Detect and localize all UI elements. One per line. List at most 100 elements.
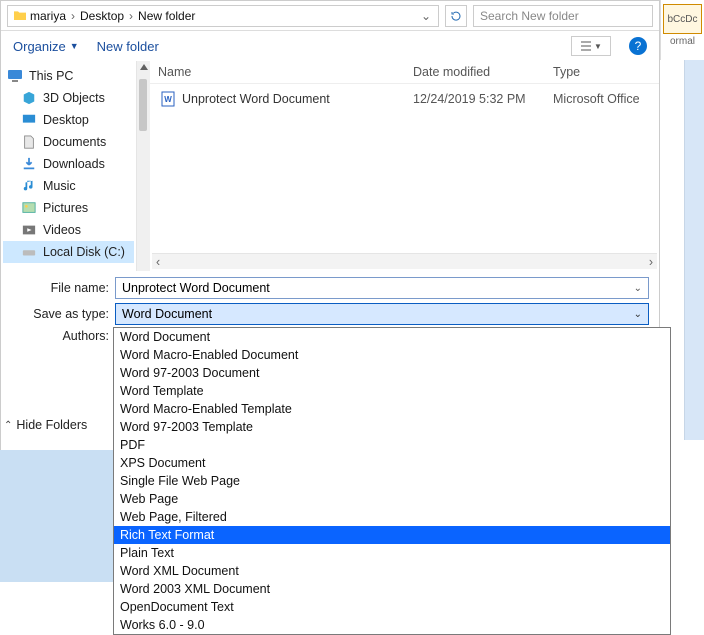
dropdown-option[interactable]: Single File Web Page: [114, 472, 670, 490]
scroll-left-icon[interactable]: ‹: [156, 255, 160, 269]
chevron-down-icon: ⌄: [634, 309, 642, 320]
sidebar-item-local-disk[interactable]: Local Disk (C:): [3, 241, 134, 263]
dropdown-option[interactable]: Word 97-2003 Document: [114, 364, 670, 382]
picture-icon: [21, 200, 37, 216]
dropdown-option[interactable]: Word 97-2003 Template: [114, 418, 670, 436]
hide-folders-button[interactable]: ⌃ Hide Folders: [4, 418, 87, 432]
column-date[interactable]: Date modified: [413, 65, 553, 79]
organize-label: Organize: [13, 39, 66, 54]
dropdown-option[interactable]: PDF: [114, 436, 670, 454]
breadcrumb-loc1: Desktop: [80, 9, 124, 23]
sidebar-item-label: Videos: [43, 223, 81, 237]
desktop-icon: [21, 112, 37, 128]
chevron-up-icon: ⌃: [4, 420, 12, 431]
sidebar-item-pictures[interactable]: Pictures: [3, 197, 134, 219]
cube-icon: [21, 90, 37, 106]
dropdown-option[interactable]: Rich Text Format: [114, 526, 670, 544]
sidebar-item-label: Local Disk (C:): [43, 245, 125, 259]
authors-label: Authors:: [11, 329, 115, 343]
saveas-type-dropdown[interactable]: Word DocumentWord Macro-Enabled Document…: [113, 327, 671, 635]
column-type[interactable]: Type: [553, 65, 651, 79]
help-button[interactable]: ?: [629, 37, 647, 55]
chevron-down-icon[interactable]: ⌄: [634, 283, 642, 294]
pc-icon: [7, 68, 23, 84]
background-panel: [0, 450, 114, 582]
sidebar-item-music[interactable]: Music: [3, 175, 134, 197]
drive-icon: [21, 244, 37, 260]
music-icon: [21, 178, 37, 194]
file-date: 12/24/2019 5:32 PM: [413, 92, 553, 106]
sidebar-scrollbar[interactable]: [136, 61, 150, 271]
sidebar-item-label: Pictures: [43, 201, 88, 215]
address-bar: mariya › Desktop › New folder ⌄ Search N…: [1, 1, 659, 31]
nav-sidebar: This PC 3D Objects Desktop Documents Dow…: [1, 61, 136, 271]
sidebar-item-label: 3D Objects: [43, 91, 105, 105]
saveas-value: Word Document: [122, 307, 212, 321]
sidebar-item-label: This PC: [29, 69, 73, 83]
dropdown-option[interactable]: XPS Document: [114, 454, 670, 472]
breadcrumb-loc2: New folder: [138, 9, 195, 23]
saveas-type-combo[interactable]: Word Document ⌄: [115, 303, 649, 325]
word-doc-icon: W: [158, 90, 178, 108]
dropdown-option[interactable]: Web Page: [114, 490, 670, 508]
sidebar-item-desktop[interactable]: Desktop: [3, 109, 134, 131]
sidebar-item-label: Downloads: [43, 157, 105, 171]
search-placeholder: Search New folder: [480, 9, 579, 23]
dropdown-option[interactable]: Works 6.0 - 9.0: [114, 616, 670, 634]
view-options-button[interactable]: ▼: [571, 36, 611, 56]
style-label: ormal: [661, 36, 704, 47]
download-icon: [21, 156, 37, 172]
sidebar-item-documents[interactable]: Documents: [3, 131, 134, 153]
style-preview-text: bCcDc: [667, 14, 697, 25]
hide-folders-label: Hide Folders: [16, 418, 87, 432]
sidebar-item-label: Music: [43, 179, 76, 193]
dropdown-option[interactable]: Web Page, Filtered: [114, 508, 670, 526]
column-name[interactable]: Name: [158, 65, 413, 79]
toolbar: Organize ▼ New folder ▼ ?: [1, 31, 659, 61]
filename-label: File name:: [11, 281, 115, 295]
dropdown-option[interactable]: Word Macro-Enabled Document: [114, 346, 670, 364]
dropdown-option[interactable]: OpenDocument Text: [114, 598, 670, 616]
dropdown-option[interactable]: Word Document: [114, 328, 670, 346]
horizontal-scrollbar[interactable]: ‹ ›: [152, 253, 657, 269]
chevron-right-icon: ›: [126, 9, 136, 23]
help-icon: ?: [635, 39, 642, 53]
breadcrumb-user: mariya: [30, 9, 66, 23]
sidebar-item-videos[interactable]: Videos: [3, 219, 134, 241]
chevron-right-icon: ›: [68, 9, 78, 23]
file-name: Unprotect Word Document: [182, 92, 413, 106]
column-headers: Name Date modified Type: [150, 61, 659, 84]
chevron-down-icon: ▼: [70, 41, 79, 51]
chevron-down-icon[interactable]: ⌄: [418, 9, 434, 23]
dropdown-option[interactable]: Word XML Document: [114, 562, 670, 580]
filename-input[interactable]: Unprotect Word Document ⌄: [115, 277, 649, 299]
sidebar-item-label: Documents: [43, 135, 106, 149]
refresh-icon: [450, 10, 462, 22]
document-icon: [21, 134, 37, 150]
dropdown-option[interactable]: Word 2003 XML Document: [114, 580, 670, 598]
search-input[interactable]: Search New folder: [473, 5, 653, 27]
svg-text:W: W: [164, 95, 172, 104]
sidebar-item-3d-objects[interactable]: 3D Objects: [3, 87, 134, 109]
style-gallery-item[interactable]: bCcDc: [663, 4, 702, 34]
organize-button[interactable]: Organize ▼: [13, 39, 79, 54]
breadcrumb[interactable]: mariya › Desktop › New folder ⌄: [7, 5, 439, 27]
sidebar-item-downloads[interactable]: Downloads: [3, 153, 134, 175]
refresh-button[interactable]: [445, 5, 467, 27]
filename-value: Unprotect Word Document: [122, 281, 270, 295]
dropdown-option[interactable]: Word Template: [114, 382, 670, 400]
file-list: Name Date modified Type W Unprotect Word…: [150, 61, 659, 271]
file-type: Microsoft Office: [553, 92, 651, 106]
scrollbar-thumb[interactable]: [139, 79, 147, 131]
dropdown-option[interactable]: Plain Text: [114, 544, 670, 562]
chevron-down-icon: ▼: [594, 42, 602, 51]
folder-icon: [12, 8, 28, 24]
sidebar-item-this-pc[interactable]: This PC: [3, 65, 134, 87]
new-folder-button[interactable]: New folder: [97, 39, 159, 54]
dropdown-option[interactable]: Word Macro-Enabled Template: [114, 400, 670, 418]
ribbon-backdrop: [684, 60, 704, 440]
sidebar-item-label: Desktop: [43, 113, 89, 127]
scroll-right-icon[interactable]: ›: [649, 255, 653, 269]
saveas-label: Save as type:: [11, 307, 115, 321]
file-row[interactable]: W Unprotect Word Document 12/24/2019 5:3…: [150, 84, 659, 114]
